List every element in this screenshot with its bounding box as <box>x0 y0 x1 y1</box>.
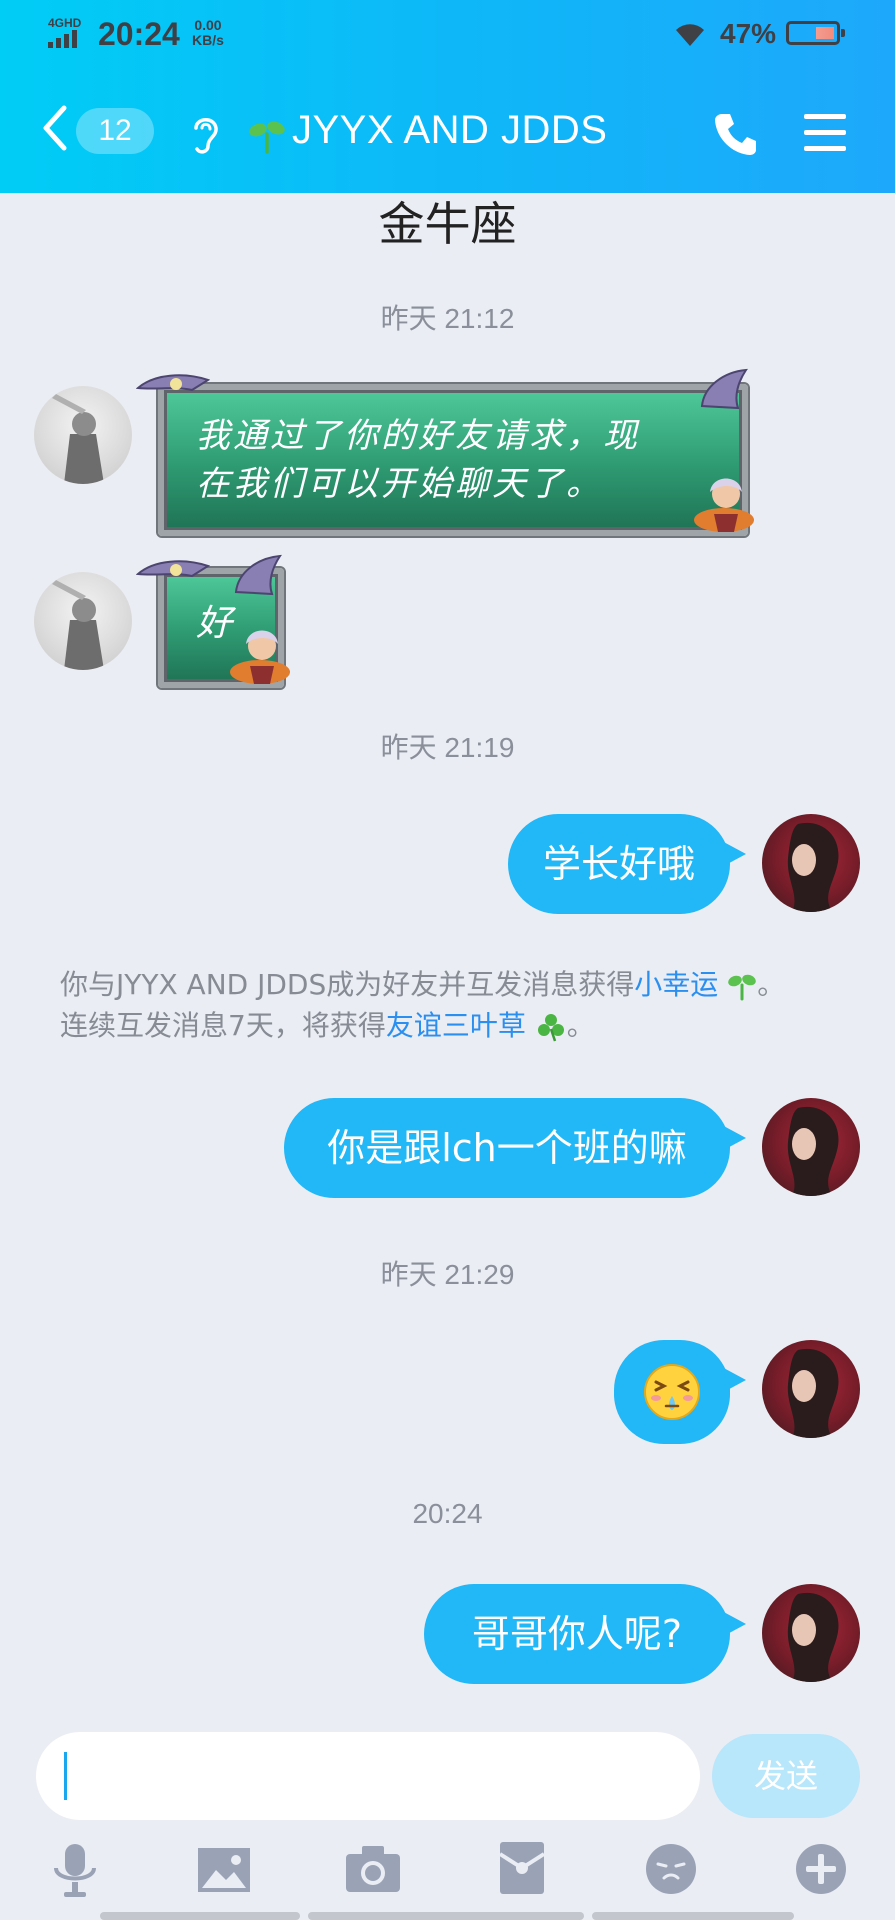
system-notice-text: 连续互发消息7天，将获得 <box>60 1009 386 1042</box>
microphone-icon[interactable] <box>50 1842 100 1898</box>
camera-icon[interactable] <box>344 1844 402 1894</box>
message-timestamp: 昨天 21:12 <box>380 303 515 334</box>
sprout-icon <box>249 121 285 154</box>
my-avatar[interactable] <box>762 1584 860 1682</box>
speed-unit: KB/s <box>192 32 224 48</box>
speed-value: 0.00 <box>194 17 222 33</box>
red-packet-icon[interactable] <box>498 1840 546 1896</box>
avatar-figure-icon <box>52 580 104 670</box>
gesture-bar <box>592 1912 794 1920</box>
gesture-bar <box>308 1912 584 1920</box>
message-line: 在我们可以开始聊天了。 <box>196 464 603 504</box>
sprout-icon <box>728 974 756 1001</box>
network-speed: 0.00 KB/s <box>192 18 224 48</box>
unread-count-badge[interactable]: 12 <box>76 108 154 154</box>
lucky-link[interactable]: 小幸运 <box>634 968 718 1001</box>
menu-icon[interactable] <box>802 110 848 154</box>
status-time: 20:24 <box>98 16 180 52</box>
my-avatar[interactable] <box>762 814 860 912</box>
sent-message-bubble[interactable]: 哥哥你人呢? <box>424 1584 746 1684</box>
message-input[interactable] <box>36 1732 700 1820</box>
battery-level-fill <box>816 27 834 39</box>
friendship-system-notice: 你与JYYX AND JDDS成为好友并互发消息获得小幸运 。 连续互发消息7天… <box>60 964 860 1046</box>
my-avatar[interactable] <box>762 1098 860 1196</box>
chat-title[interactable]: JYYX AND JDDS <box>292 108 607 153</box>
avatar-figure-icon <box>52 394 104 484</box>
message-timestamp: 昨天 21:19 <box>380 732 515 763</box>
message-timestamp: 昨天 21:29 <box>380 1259 515 1290</box>
phone-call-icon[interactable] <box>712 110 760 158</box>
message-text: 好 <box>196 603 233 644</box>
frame-wing-ornament-icon <box>136 560 210 578</box>
system-notice-line: 你与JYYX AND JDDS成为好友并互发消息获得小幸运 。 <box>60 964 860 1005</box>
ear-icon[interactable] <box>188 112 222 156</box>
hero-character-ornament-icon <box>694 478 754 532</box>
image-icon[interactable] <box>196 1846 252 1894</box>
back-chevron-icon[interactable] <box>40 104 68 152</box>
network-type: 4GHD <box>48 16 82 30</box>
avatar-portrait-icon <box>787 1348 839 1438</box>
chat-header: 4GHD 20:24 0.00 KB/s 47% 12 JYYX AND JDD… <box>0 0 895 193</box>
previous-message-text: 金牛座 <box>378 197 517 251</box>
avatar-portrait-icon <box>787 1592 839 1682</box>
contact-avatar[interactable] <box>34 572 132 670</box>
contact-avatar[interactable] <box>34 386 132 484</box>
received-message-bubble[interactable]: 我通过了你的好友请求，现 在我们可以开始聊天了。 <box>158 384 748 536</box>
battery-icon <box>786 21 845 45</box>
frame-wing-ornament-icon <box>136 374 210 392</box>
battery-percent: 47% <box>720 18 777 49</box>
frame-wing-ornament-icon <box>700 368 748 410</box>
system-notice-text: 你与JYYX AND JDDS成为好友并互发消息获得 <box>60 968 635 1001</box>
text-cursor <box>64 1752 67 1800</box>
frame-wing-ornament-icon <box>234 554 282 596</box>
sent-emoji-bubble[interactable] <box>614 1340 746 1444</box>
system-notice-text: 。 <box>757 968 786 1001</box>
clover-icon <box>537 1014 564 1042</box>
message-text: 我通过了你的好友请求，现 在我们可以开始聊天了。 <box>196 412 640 508</box>
avatar-portrait-icon <box>787 1106 839 1196</box>
hero-character-ornament-icon <box>230 630 290 684</box>
gesture-bar <box>100 1912 300 1920</box>
friendship-clover-link[interactable]: 友谊三叶草 <box>386 1009 526 1042</box>
sleepy-face-emoji-icon <box>644 1364 700 1420</box>
plus-more-icon[interactable] <box>794 1842 848 1896</box>
system-notice-line: 连续互发消息7天，将获得友谊三叶草 。 <box>60 1005 860 1046</box>
sent-message-bubble[interactable]: 学长好哦 <box>508 814 746 914</box>
send-button[interactable]: 发送 <box>712 1734 860 1818</box>
wifi-icon <box>676 24 704 46</box>
message-timestamp: 20:24 <box>412 1498 483 1529</box>
signal-icon <box>48 30 77 48</box>
emoji-face-icon[interactable] <box>644 1842 698 1896</box>
sent-message-bubble[interactable]: 你是跟lch一个班的嘛 <box>284 1098 746 1198</box>
system-notice-text: 。 <box>566 1009 595 1042</box>
my-avatar[interactable] <box>762 1340 860 1438</box>
avatar-portrait-icon <box>787 822 839 912</box>
message-line: 我通过了你的好友请求，现 <box>196 416 640 456</box>
